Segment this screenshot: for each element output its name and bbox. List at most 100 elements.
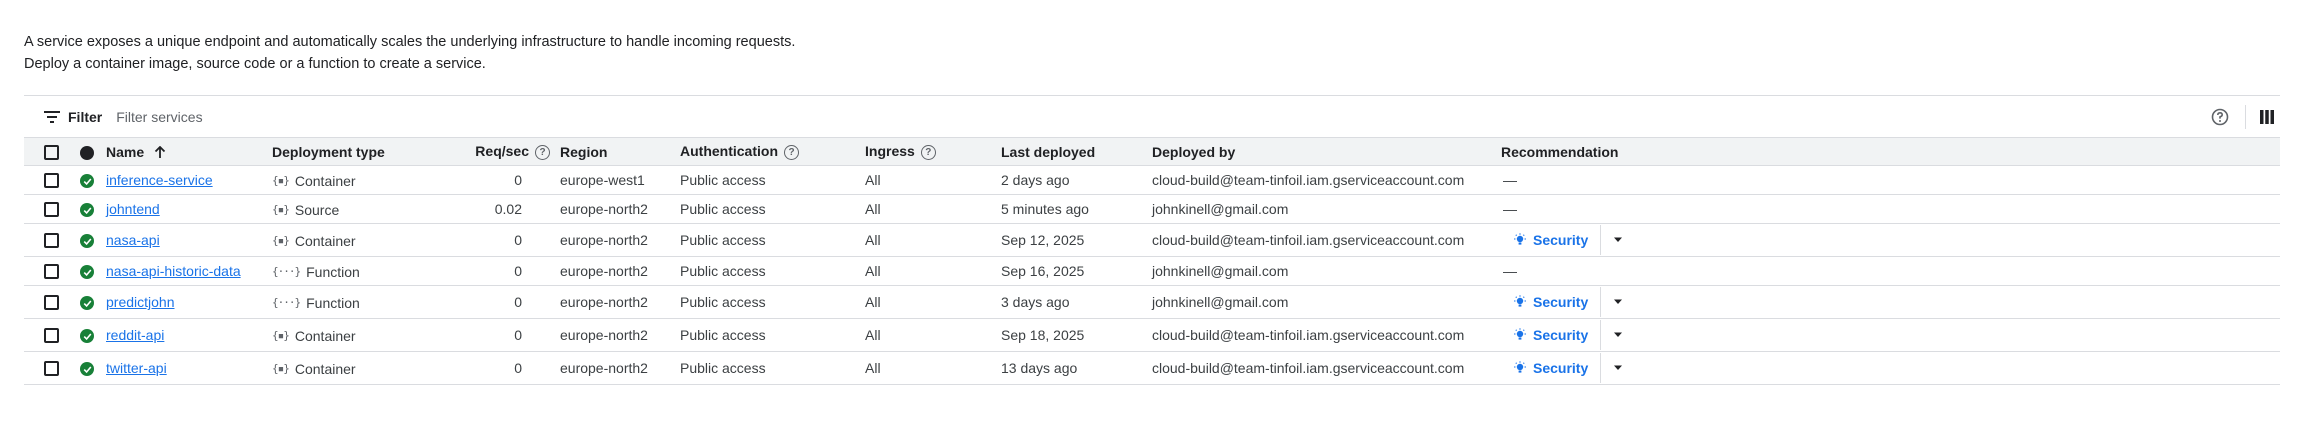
service-name-link[interactable]: nasa-api-historic-data [106,263,241,279]
column-header-region[interactable]: Region [560,137,680,166]
intro-line-1: A service exposes a unique endpoint and … [24,34,796,50]
authentication-value: Public access [680,256,865,286]
deployment-type: {▪} Source [272,202,339,218]
req-sec-value: 0 [432,165,560,195]
deployed-by-value: cloud-build@team-tinfoil.iam.gserviceacc… [1152,318,1501,352]
column-display-icon[interactable] [2260,109,2274,124]
recommendation-group: Security [1501,319,1635,351]
column-header-name[interactable]: Name [106,137,272,166]
column-header-req-sec[interactable]: Req/sec? [432,137,560,166]
security-recommendation-button[interactable]: Security [1501,360,1600,376]
help-icon[interactable] [2211,108,2229,126]
status-ok-icon [80,174,94,189]
row-checkbox[interactable] [44,202,59,218]
deployment-type-label: Container [294,232,356,249]
authentication-value: Public access [680,318,865,352]
req-sec-value: 0 [432,256,560,286]
help-icon[interactable]: ? [784,144,799,160]
service-name-link[interactable]: nasa-api [106,232,160,248]
help-icon[interactable]: ? [535,144,550,160]
caret-down-icon [1614,365,1623,370]
status-ok-icon [80,296,94,311]
caret-down-icon [1614,299,1623,304]
service-name-link[interactable]: johntend [106,201,160,217]
last-deployed-value: Sep 12, 2025 [1001,223,1152,257]
table-row: reddit-api {▪} Container 0 europe-north2 … [24,318,2280,352]
row-checkbox[interactable] [44,328,59,344]
no-recommendation: — [1503,172,1517,188]
service-name-link[interactable]: twitter-api [106,360,167,376]
row-checkbox[interactable] [44,233,59,249]
caret-down-icon [1614,332,1623,337]
recommendation-dropdown[interactable] [1601,365,1635,371]
table-header-row: Name Deployment type Req/sec? Region Aut… [24,137,2280,166]
column-header-last-deployed[interactable]: Last deployed [1001,137,1152,166]
deployment-type-label: Function [306,294,360,311]
column-header-deployment-type[interactable]: Deployment type [272,137,432,166]
authentication-value: Public access [680,285,865,319]
column-header-authentication[interactable]: Authentication? [680,137,865,166]
lightbulb-icon [1514,361,1526,373]
sort-ascending-icon[interactable] [154,146,166,159]
recommendation-cell: — [1501,256,2280,286]
column-header-recommendation[interactable]: Recommendation [1501,137,2280,166]
ingress-value: All [865,256,1001,286]
recommendation-dropdown[interactable] [1601,299,1635,305]
select-all-checkbox[interactable] [44,144,59,160]
column-header-deployed-by[interactable]: Deployed by [1152,137,1501,166]
last-deployed-value: 5 minutes ago [1001,194,1152,224]
recommendation-group: Security [1501,286,1635,318]
req-sec-value: 0 [432,223,560,257]
recommendation-group: Security [1501,352,1635,384]
status-ok-icon [80,265,94,280]
help-icon[interactable]: ? [920,144,936,160]
column-header-ingress[interactable]: Ingress? [865,137,1001,166]
column-authentication-label: Authentication [680,143,778,160]
lightbulb-icon [1514,328,1526,340]
row-checkbox[interactable] [44,173,59,189]
recommendation-cell: — [1501,194,2280,224]
row-checkbox[interactable] [44,295,59,311]
recommendation-label: Security [1533,360,1589,376]
security-recommendation-button[interactable]: Security [1501,327,1600,343]
recommendation-cell: Security [1501,351,2280,385]
toolbar-divider [2245,104,2246,129]
deployed-by-value: cloud-build@team-tinfoil.iam.gserviceacc… [1152,165,1501,195]
recommendation-group: Security [1501,224,1635,256]
authentication-value: Public access [680,223,865,257]
ingress-value: All [865,351,1001,385]
service-name-link[interactable]: predictjohn [106,294,175,310]
req-sec-value: 0 [432,351,560,385]
deployment-type: {···} Function [272,295,360,311]
service-name-link[interactable]: inference-service [106,172,213,188]
status-ok-icon [80,234,94,249]
table-row: inference-service {▪} Container 0 europe-… [24,165,2280,195]
filter-input[interactable] [116,108,517,125]
region-value: europe-north2 [560,285,680,319]
lightbulb-icon [1514,295,1526,307]
req-sec-value: 0 [432,318,560,352]
deployment-type: {▪} Container [272,233,356,249]
filter-button[interactable]: Filter [44,109,102,125]
row-checkbox[interactable] [44,361,59,377]
recommendation-dropdown[interactable] [1601,237,1635,243]
filter-label: Filter [68,108,103,125]
deployed-by-value: cloud-build@team-tinfoil.iam.gserviceacc… [1152,351,1501,385]
security-recommendation-button[interactable]: Security [1501,232,1600,248]
recommendation-dropdown[interactable] [1601,332,1635,338]
deployment-type: {▪} Container [272,361,356,377]
ingress-value: All [865,318,1001,352]
region-value: europe-north2 [560,318,680,352]
deployed-by-value: johnkinell@gmail.com [1152,194,1501,224]
ingress-value: All [865,194,1001,224]
row-checkbox[interactable] [44,264,59,280]
service-name-link[interactable]: reddit-api [106,327,164,343]
deployment-type-label: Source [294,201,340,218]
security-recommendation-button[interactable]: Security [1501,294,1600,310]
function-icon: {···} [272,296,301,310]
deployment-type-label: Container [294,360,356,377]
req-sec-value: 0 [432,285,560,319]
filter-icon [44,110,60,123]
recommendation-label: Security [1533,232,1589,248]
status-ok-icon [80,203,94,218]
